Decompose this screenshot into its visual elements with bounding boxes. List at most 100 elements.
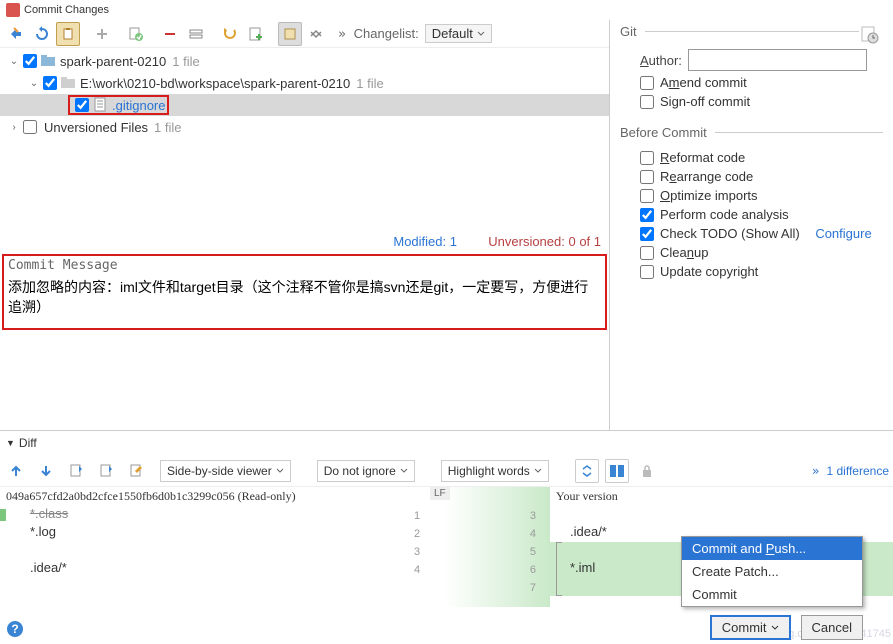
file-checkbox[interactable] <box>75 98 89 112</box>
expand-icon[interactable] <box>304 22 328 46</box>
diff-header[interactable]: ▼ Diff <box>0 431 893 455</box>
viewer-dropdown[interactable]: Side-by-side viewer <box>160 460 291 482</box>
rearrange-checkbox[interactable] <box>640 170 654 184</box>
before-section-label: Before Commit <box>620 125 883 140</box>
git-section-label: Git <box>620 24 859 39</box>
collapse-unchanged-icon[interactable] <box>575 459 599 483</box>
commit-context-menu: Commit and Push... Create Patch... Commi… <box>681 536 863 607</box>
copyright-checkbox[interactable] <box>640 265 654 279</box>
tree-root-row[interactable]: ⌄ spark-parent-0210 1 file <box>0 50 609 72</box>
group-icon[interactable] <box>278 22 302 46</box>
help-icon[interactable]: ? <box>6 620 24 638</box>
unversioned-label: Unversioned Files <box>44 120 148 135</box>
menu-create-patch[interactable]: Create Patch... <box>682 560 862 583</box>
compare-prev-icon[interactable] <box>64 459 88 483</box>
path-count: 1 file <box>356 76 383 91</box>
highlight-dropdown[interactable]: Highlight words <box>441 460 549 482</box>
reformat-label: Reformat code <box>660 150 745 165</box>
unversioned-count: Unversioned: 0 of 1 <box>488 234 601 249</box>
dialog-buttons: Commit Cancel <box>710 615 863 640</box>
move-icon[interactable] <box>184 22 208 46</box>
compare-next-icon[interactable] <box>94 459 118 483</box>
next-diff-icon[interactable] <box>34 459 58 483</box>
modified-count: Modified: 1 <box>393 234 457 249</box>
left-line-4: .idea/* <box>30 560 400 578</box>
tree-unversioned-row[interactable]: › Unversioned Files 1 file <box>0 116 609 138</box>
chevron-down-icon <box>477 30 485 38</box>
diff-toolbar: Side-by-side viewer Do not ignore Highli… <box>0 455 893 487</box>
cancel-button[interactable]: Cancel <box>801 615 863 640</box>
commit-button[interactable]: Commit <box>710 615 791 640</box>
sync-scroll-icon[interactable] <box>605 459 629 483</box>
status-line: Modified: 1 Unversioned: 0 of 1 <box>0 230 609 254</box>
rollback-icon[interactable] <box>218 22 242 46</box>
tree-path-row[interactable]: ⌄ E:\work\0210-bd\workspace\spark-parent… <box>0 72 609 94</box>
svg-text:?: ? <box>11 622 18 636</box>
reformat-checkbox[interactable] <box>640 151 654 165</box>
cleanup-checkbox[interactable] <box>640 246 654 260</box>
path-checkbox[interactable] <box>43 76 57 90</box>
your-version-label: Your version <box>550 487 893 506</box>
expand-arrow-icon[interactable]: ⌄ <box>8 56 20 67</box>
todo-label: Check TODO (Show All) <box>660 226 800 241</box>
edit-source-icon[interactable] <box>124 459 148 483</box>
diff-gutter: LF 1234 34567 <box>400 487 550 607</box>
commit-toolbar: » Changelist: Default <box>0 20 609 48</box>
signoff-label: Sign-off commit <box>660 94 750 109</box>
path-name: E:\work\0210-bd\workspace\spark-parent-0… <box>80 76 350 91</box>
changelist-dropdown[interactable]: Default <box>425 24 492 43</box>
optimize-checkbox[interactable] <box>640 189 654 203</box>
diff-title: Diff <box>19 436 37 450</box>
menu-commit[interactable]: Commit <box>682 583 862 606</box>
diff-count: » 1 difference <box>812 464 889 478</box>
root-count: 1 file <box>172 54 199 69</box>
unversioned-count: 1 file <box>154 120 181 135</box>
expand-arrow-icon[interactable]: › <box>8 122 20 133</box>
root-name: spark-parent-0210 <box>60 54 166 69</box>
signoff-checkbox[interactable] <box>640 95 654 109</box>
expand-arrow-icon[interactable]: ⌄ <box>28 78 40 89</box>
commit-message-input[interactable] <box>4 275 605 325</box>
commit-message-header: Commit Message <box>4 256 605 275</box>
paste-icon[interactable] <box>56 22 80 46</box>
revert-icon[interactable] <box>124 22 148 46</box>
copyright-label: Update copyright <box>660 264 758 279</box>
analysis-checkbox[interactable] <box>640 208 654 222</box>
refresh-icon[interactable] <box>30 22 54 46</box>
changelist-label: » Changelist: <box>338 26 419 42</box>
rearrange-label: Rearrange code <box>660 169 753 184</box>
left-line-3 <box>30 542 400 560</box>
menu-commit-push[interactable]: Commit and Push... <box>682 537 862 560</box>
unversioned-checkbox[interactable] <box>23 120 37 134</box>
left-line-2: *.log <box>30 524 400 542</box>
optimize-label: Optimize imports <box>660 188 758 203</box>
collapse-icon[interactable]: ▼ <box>6 438 15 448</box>
app-icon <box>6 3 20 17</box>
show-diff-icon[interactable] <box>4 22 28 46</box>
todo-configure-link[interactable]: Configure <box>815 226 871 241</box>
new-changelist-icon[interactable] <box>244 22 268 46</box>
title-bar: Commit Changes <box>0 0 893 20</box>
tree-file-row[interactable]: .gitignore <box>0 94 609 116</box>
right-line-1[interactable] <box>550 506 893 524</box>
remove-icon[interactable] <box>158 22 182 46</box>
author-input[interactable] <box>688 49 867 71</box>
lock-icon[interactable] <box>635 459 659 483</box>
ignore-dropdown[interactable]: Do not ignore <box>317 460 415 482</box>
amend-label: Amend commit <box>660 75 747 90</box>
amend-checkbox[interactable] <box>640 76 654 90</box>
diff-hash: 049a657cfd2a0bd2cfce1550fb6d0b1c3299c056… <box>0 487 400 506</box>
change-bracket <box>556 542 562 596</box>
file-name: .gitignore <box>112 98 165 113</box>
right-panel: Git Author: Amend commit Sign-off commit… <box>610 20 893 430</box>
todo-checkbox[interactable] <box>640 227 654 241</box>
change-tree: ⌄ spark-parent-0210 1 file ⌄ E:\work\021… <box>0 48 609 230</box>
root-checkbox[interactable] <box>23 54 37 68</box>
commit-message-section: Commit Message <box>2 254 607 330</box>
add-icon[interactable] <box>90 22 114 46</box>
chevron-down-icon <box>771 624 779 632</box>
analysis-label: Perform code analysis <box>660 207 789 222</box>
module-icon <box>40 53 56 69</box>
author-label: Author: <box>640 53 682 68</box>
prev-diff-icon[interactable] <box>4 459 28 483</box>
